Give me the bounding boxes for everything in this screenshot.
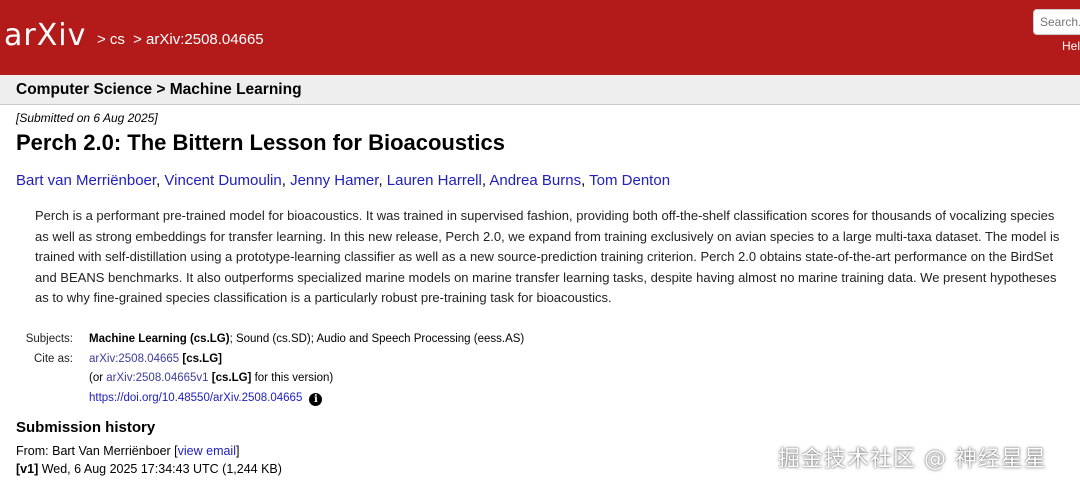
version-class: [cs.LG]: [211, 372, 252, 385]
submitter-suffix: ]: [236, 444, 240, 458]
abstract-line: as to why fine-grained species classific…: [35, 290, 612, 306]
version-suffix: for this version): [251, 372, 334, 385]
info-icon[interactable]: i: [309, 392, 323, 406]
author-link[interactable]: Tom Denton: [589, 172, 670, 189]
author-separator: ,: [581, 172, 590, 189]
author-separator: ,: [281, 172, 291, 189]
version-date: Wed, 6 Aug 2025 17:34:43 UTC (1,244 KB): [38, 462, 282, 476]
primary-subject: Machine Learning (cs.LG): [89, 333, 230, 345]
arxiv-logo[interactable]: arXiv: [4, 18, 86, 58]
author-link[interactable]: Andrea Burns: [489, 172, 581, 189]
version-cite: (or arXiv:2508.04665v1 [cs.LG] for this …: [73, 370, 524, 390]
site-header: arXiv > cs > arXiv:2508.04665 Help: [0, 0, 1080, 75]
cite-label: Cite as:: [34, 352, 73, 365]
secondary-subjects: ; Sound (cs.SD); Audio and Speech Proces…: [229, 333, 525, 345]
version-tag[interactable]: [v1]: [16, 462, 38, 476]
view-email-link[interactable]: view email: [178, 444, 236, 458]
watermark: 掘金技术社区 @ 神经星星: [778, 447, 1047, 472]
author-link[interactable]: Lauren Harrell: [387, 172, 482, 189]
author-separator: ,: [378, 172, 387, 189]
version-link[interactable]: arXiv:2508.04665v1: [106, 372, 208, 384]
breadcrumb: > cs > arXiv:2508.04665: [97, 31, 268, 48]
author-link[interactable]: Vincent Dumoulin: [164, 172, 281, 189]
version-history-entry: [v1] Wed, 6 Aug 2025 17:34:43 UTC (1,244…: [16, 462, 282, 476]
subjects-label: Subjects:: [25, 333, 73, 345]
author-link[interactable]: Bart van Merriënboer: [16, 172, 156, 189]
subject-path: Computer Science > Machine Learning: [16, 81, 302, 98]
abstract-line: trained with self-distillation using a p…: [35, 249, 1054, 265]
abstract: Perch is a performant pre-trained model …: [35, 206, 1073, 309]
cite-link[interactable]: arXiv:2508.04665: [89, 353, 179, 365]
subjects-value: Machine Learning (cs.LG); Sound (cs.SD);…: [73, 331, 524, 351]
help-link[interactable]: Help: [1062, 39, 1080, 53]
metadata-table: Subjects: Machine Learning (cs.LG); Soun…: [16, 331, 524, 409]
author-link[interactable]: Jenny Hamer: [290, 172, 378, 189]
breadcrumb-paper-id[interactable]: > arXiv:2508.04665: [133, 31, 264, 48]
breadcrumb-cs[interactable]: > cs: [97, 31, 125, 48]
version-prefix: (or: [89, 372, 107, 385]
paper-title: Perch 2.0: The Bittern Lesson for Bioaco…: [16, 130, 506, 155]
submitted-date: [Submitted on 6 Aug 2025]: [16, 111, 158, 125]
submitter-line: From: Bart Van Merriënboer [view email]: [16, 444, 239, 458]
cite-class: [cs.LG]: [182, 352, 222, 365]
author-list: Bart van Merriënboer, Vincent Dumoulin, …: [16, 172, 670, 189]
submission-history-heading: Submission history: [16, 419, 156, 436]
abstract-line: and BEANS benchmarks. It also outperform…: [35, 269, 1057, 285]
abstract-line: as well as strong embeddings for transfe…: [35, 228, 1060, 244]
doi-link[interactable]: https://doi.org/10.48550/arXiv.2508.0466…: [89, 392, 302, 404]
submitter-prefix: From: Bart Van Merriënboer [: [16, 444, 178, 458]
abstract-line: Perch is a performant pre-trained model …: [35, 208, 1055, 223]
doi-row: https://doi.org/10.48550/arXiv.2508.0466…: [73, 390, 524, 410]
search-input[interactable]: [1033, 9, 1080, 35]
cite-value: arXiv:2508.04665 [cs.LG]: [73, 351, 524, 371]
subject-header: Computer Science > Machine Learning: [0, 75, 1080, 105]
